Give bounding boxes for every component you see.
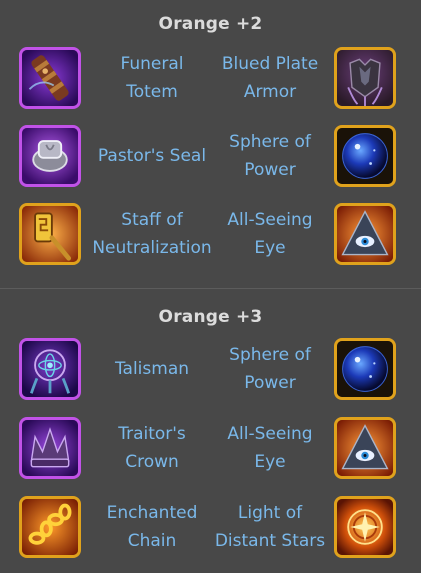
item-row: Funeral Totem Blued Plate Armor	[0, 45, 421, 115]
talisman-icon[interactable]	[19, 338, 81, 400]
section-orange-plus-2: Orange +2 Funeral Totem Blued Plate Armo…	[0, 0, 421, 289]
item-row: Enchanted Chain Light of Distant Stars	[0, 494, 421, 564]
item-name-blued-plate-armor[interactable]: Blued Plate Armor	[206, 45, 334, 111]
light-of-distant-stars-icon[interactable]	[334, 496, 396, 558]
section-orange-plus-3: Orange +3 Talisman Sphere of Power Trait…	[0, 289, 421, 573]
all-seeing-eye-icon[interactable]	[334, 417, 396, 479]
enchanted-chain-icon[interactable]	[19, 496, 81, 558]
all-seeing-eye-icon[interactable]	[334, 203, 396, 265]
sphere-of-power-icon[interactable]	[334, 125, 396, 187]
item-name-all-seeing-eye[interactable]: All-Seeing Eye	[206, 201, 334, 267]
item-name-traitors-crown[interactable]: Traitor's Crown	[86, 415, 218, 481]
sphere-of-power-icon[interactable]	[334, 338, 396, 400]
section-title: Orange +2	[158, 14, 263, 34]
item-name-staff-of-neutralization[interactable]: Staff of Neutralization	[86, 201, 218, 267]
item-row: Traitor's Crown All-Seeing Eye	[0, 415, 421, 485]
item-name-sphere-of-power[interactable]: Sphere of Power	[206, 336, 334, 402]
staff-of-neutralization-icon[interactable]	[19, 203, 81, 265]
item-name-talisman[interactable]: Talisman	[86, 336, 218, 402]
item-name-sphere-of-power[interactable]: Sphere of Power	[206, 123, 334, 189]
item-row: Staff of Neutralization All-Seeing Eye	[0, 201, 421, 271]
section-title: Orange +3	[158, 307, 263, 327]
item-name-all-seeing-eye[interactable]: All-Seeing Eye	[206, 415, 334, 481]
item-row: Pastor's Seal Sphere of Power	[0, 123, 421, 193]
item-row: Talisman Sphere of Power	[0, 336, 421, 406]
item-name-light-of-distant-stars[interactable]: Light of Distant Stars	[206, 494, 334, 560]
item-name-funeral-totem[interactable]: Funeral Totem	[86, 45, 218, 111]
traitors-crown-icon[interactable]	[19, 417, 81, 479]
item-name-enchanted-chain[interactable]: Enchanted Chain	[86, 494, 218, 560]
item-name-pastors-seal[interactable]: Pastor's Seal	[86, 123, 218, 189]
pastors-seal-icon[interactable]	[19, 125, 81, 187]
funeral-totem-icon[interactable]	[19, 47, 81, 109]
blued-plate-armor-icon[interactable]	[334, 47, 396, 109]
